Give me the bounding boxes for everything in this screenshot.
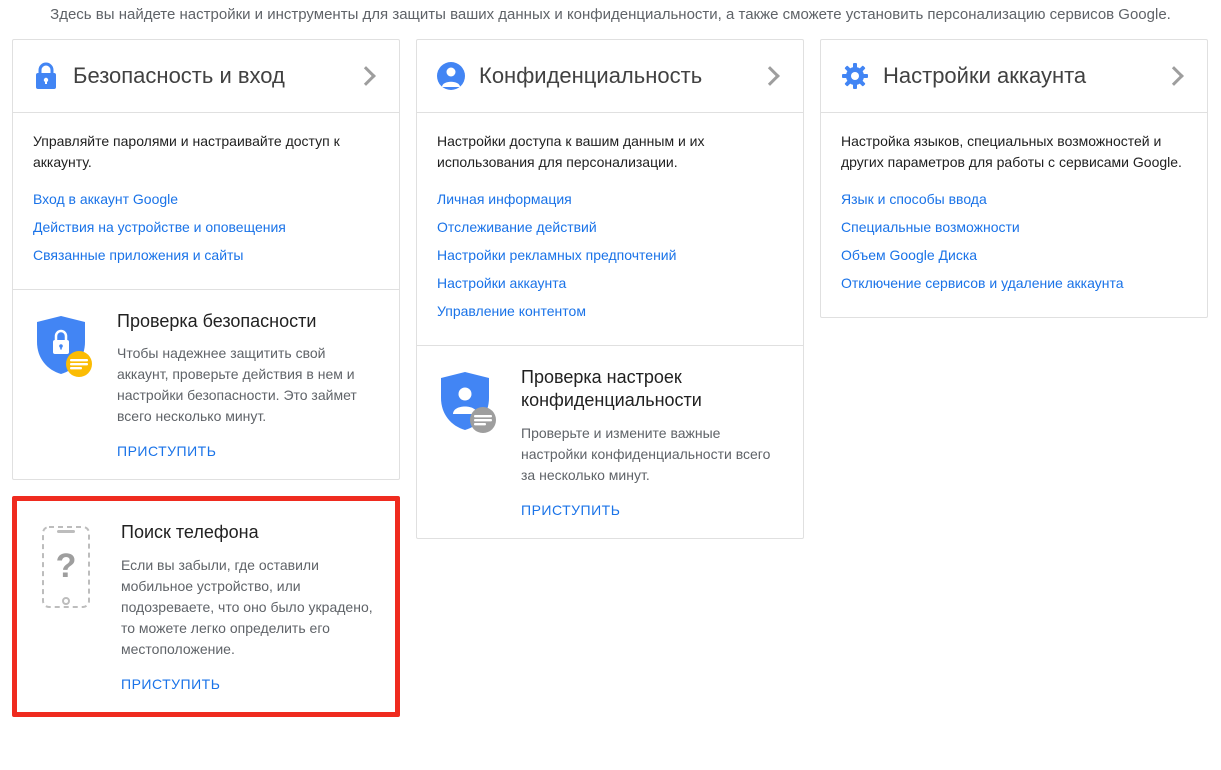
link-ads-settings[interactable]: Настройки рекламных предпочтений <box>437 247 676 263</box>
link-device-activity[interactable]: Действия на устройстве и оповещения <box>33 219 286 235</box>
security-checkup-section: Проверка безопасности Чтобы надежнее защ… <box>13 289 399 479</box>
privacy-title: Конфиденциальность <box>479 63 763 89</box>
account-title: Настройки аккаунта <box>883 63 1167 89</box>
page-intro: Здесь вы найдете настройки и инструменты… <box>0 0 1221 31</box>
link-language-input[interactable]: Язык и способы ввода <box>841 191 987 207</box>
security-body: Управляйте паролями и настраивайте досту… <box>13 113 399 289</box>
find-phone-cta[interactable]: ПРИСТУПИТЬ <box>121 676 220 692</box>
security-desc: Управляйте паролями и настраивайте досту… <box>33 131 379 173</box>
link-personal-info[interactable]: Личная информация <box>437 191 572 207</box>
find-phone-section: ? Поиск телефона Если вы забыли, где ост… <box>17 501 395 711</box>
account-card: Настройки аккаунта Настройка языков, спе… <box>820 39 1208 318</box>
person-icon <box>437 62 465 90</box>
privacy-checkup-title: Проверка настроек конфиденциальности <box>521 366 783 413</box>
privacy-body: Настройки доступа к вашим данным и их ис… <box>417 113 803 345</box>
link-connected-apps[interactable]: Связанные приложения и сайты <box>33 247 244 263</box>
chevron-right-icon <box>1164 66 1184 86</box>
column-privacy: Конфиденциальность Настройки доступа к в… <box>416 39 804 555</box>
svg-text:?: ? <box>56 547 77 585</box>
account-links: Язык и способы ввода Специальные возможн… <box>841 191 1187 291</box>
link-drive-storage[interactable]: Объем Google Диска <box>841 247 977 263</box>
chevron-right-icon <box>760 66 780 86</box>
account-body: Настройка языков, специальных возможност… <box>821 113 1207 317</box>
privacy-card: Конфиденциальность Настройки доступа к в… <box>416 39 804 539</box>
privacy-header[interactable]: Конфиденциальность <box>417 40 803 113</box>
privacy-checkup-desc: Проверьте и измените важные настройки ко… <box>521 423 783 486</box>
account-header[interactable]: Настройки аккаунта <box>821 40 1207 113</box>
privacy-links: Личная информация Отслеживание действий … <box>437 191 783 319</box>
account-desc: Настройка языков, специальных возможност… <box>841 131 1187 173</box>
security-checkup-title: Проверка безопасности <box>117 310 379 333</box>
security-links: Вход в аккаунт Google Действия на устрой… <box>33 191 379 263</box>
phone-question-icon: ? <box>37 521 107 691</box>
privacy-desc: Настройки доступа к вашим данным и их ис… <box>437 131 783 173</box>
privacy-checkup-section: Проверка настроек конфиденциальности Про… <box>417 345 803 538</box>
security-checkup-cta[interactable]: ПРИСТУПИТЬ <box>117 443 216 459</box>
link-signin-google[interactable]: Вход в аккаунт Google <box>33 191 178 207</box>
lock-icon <box>33 62 59 90</box>
chevron-right-icon <box>356 66 376 86</box>
security-title: Безопасность и вход <box>73 63 359 89</box>
shield-lock-icon <box>33 310 103 459</box>
link-account-settings[interactable]: Настройки аккаунта <box>437 275 566 291</box>
shield-person-icon <box>437 366 507 518</box>
security-card: Безопасность и вход Управляйте паролями … <box>12 39 400 480</box>
columns-container: Безопасность и вход Управляйте паролями … <box>0 31 1221 749</box>
find-phone-card: ? Поиск телефона Если вы забыли, где ост… <box>12 496 400 716</box>
link-activity-tracking[interactable]: Отслеживание действий <box>437 219 597 235</box>
column-account: Настройки аккаунта Настройка языков, спе… <box>820 39 1208 334</box>
column-security: Безопасность и вход Управляйте паролями … <box>12 39 400 733</box>
privacy-checkup-cta[interactable]: ПРИСТУПИТЬ <box>521 502 620 518</box>
link-accessibility[interactable]: Специальные возможности <box>841 219 1020 235</box>
link-content-management[interactable]: Управление контентом <box>437 303 586 319</box>
find-phone-desc: Если вы забыли, где оставили мобильное у… <box>121 555 375 660</box>
link-delete-services[interactable]: Отключение сервисов и удаление аккаунта <box>841 275 1123 291</box>
security-checkup-desc: Чтобы надежнее защитить свой аккаунт, пр… <box>117 343 379 427</box>
find-phone-title: Поиск телефона <box>121 521 375 544</box>
gear-icon <box>841 62 869 90</box>
security-header[interactable]: Безопасность и вход <box>13 40 399 113</box>
